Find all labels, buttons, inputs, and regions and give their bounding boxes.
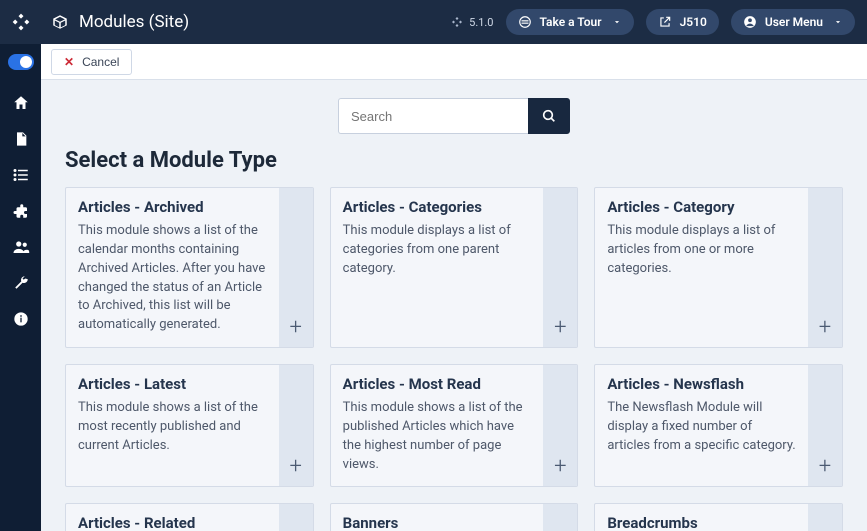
- module-description: This module shows a list of the publishe…: [343, 399, 532, 474]
- main-area: ✕ Cancel Select a Module Type Articles -…: [41, 44, 867, 531]
- module-card[interactable]: Articles - RelatedThis module displays o…: [65, 503, 314, 531]
- sidebar-item-components[interactable]: [12, 202, 30, 220]
- module-add-strip[interactable]: +: [279, 504, 313, 531]
- chevron-down-icon: [833, 17, 843, 27]
- module-card[interactable]: BannersThe Banner Module displays the ac…: [330, 503, 579, 531]
- module-title: Articles - Archived: [78, 198, 267, 216]
- plus-icon: +: [819, 456, 831, 478]
- chevron-down-icon: [612, 17, 622, 27]
- sidebar-item-home[interactable]: [12, 94, 30, 112]
- topbar: Modules (Site) 5.1.0 Take a Tour J510 Us…: [0, 0, 867, 44]
- sidebar-item-menus[interactable]: [12, 166, 30, 184]
- sidebar-item-system[interactable]: [12, 274, 30, 292]
- page-title: Modules (Site): [79, 12, 189, 32]
- user-menu-label: User Menu: [765, 15, 823, 29]
- module-add-strip[interactable]: +: [808, 188, 842, 347]
- cancel-button[interactable]: ✕ Cancel: [51, 49, 132, 75]
- module-title: Articles - Newsflash: [607, 375, 796, 393]
- module-card[interactable]: BreadcrumbsThis module displays the Brea…: [594, 503, 843, 531]
- list-icon: [12, 166, 30, 184]
- module-add-strip[interactable]: +: [543, 504, 577, 531]
- brand-logo[interactable]: [0, 0, 41, 44]
- plus-icon: +: [819, 317, 831, 339]
- module-card[interactable]: Articles - Archived This module shows a l…: [65, 187, 314, 348]
- search-icon: [541, 108, 557, 124]
- module-description: This module displays a list of categorie…: [343, 222, 532, 279]
- module-add-strip[interactable]: +: [808, 365, 842, 486]
- close-icon: ✕: [64, 55, 74, 69]
- module-card[interactable]: Articles - Categories This module display…: [330, 187, 579, 348]
- file-icon: [13, 130, 29, 148]
- sidebar-item-content[interactable]: [12, 130, 30, 148]
- module-title: Breadcrumbs: [607, 514, 796, 531]
- user-icon: [743, 15, 757, 29]
- sidebar-toggle[interactable]: [8, 54, 34, 70]
- module-grid: Articles - Archived This module shows a l…: [65, 187, 843, 531]
- module-description: The Newsflash Module will display a fixe…: [607, 399, 796, 456]
- users-icon: [12, 238, 30, 256]
- joomla-small-icon: [451, 16, 463, 28]
- wrench-icon: [12, 274, 30, 292]
- plus-icon: +: [554, 456, 566, 478]
- cancel-label: Cancel: [82, 55, 119, 69]
- open-site-button[interactable]: J510: [646, 9, 719, 35]
- module-description: This module displays a list of articles …: [607, 222, 796, 279]
- module-title: Articles - Categories: [343, 198, 532, 216]
- site-name-label: J510: [680, 15, 707, 29]
- module-title: Articles - Most Read: [343, 375, 532, 393]
- module-add-strip[interactable]: +: [279, 365, 313, 486]
- take-tour-label: Take a Tour: [540, 15, 602, 29]
- module-card[interactable]: Articles - Most Read This module shows a …: [330, 364, 579, 487]
- home-icon: [12, 94, 30, 112]
- module-card[interactable]: Articles - Latest This module shows a lis…: [65, 364, 314, 487]
- joomla-logo-icon: [11, 12, 31, 32]
- sidebar: [0, 44, 41, 531]
- plus-icon: +: [554, 317, 566, 339]
- plus-icon: +: [289, 456, 301, 478]
- toolbar: ✕ Cancel: [41, 44, 867, 80]
- search-box: [338, 98, 570, 134]
- module-add-strip[interactable]: +: [543, 365, 577, 486]
- info-icon: [13, 311, 29, 327]
- module-box-icon: [51, 13, 69, 31]
- version-text: 5.1.0: [469, 16, 493, 29]
- search-input[interactable]: [338, 98, 528, 134]
- module-add-strip[interactable]: +: [808, 504, 842, 531]
- module-card[interactable]: Articles - Newsflash The Newsflash Module…: [594, 364, 843, 487]
- module-description: This module shows a list of the calendar…: [78, 222, 267, 335]
- map-icon: [518, 15, 532, 29]
- sidebar-item-info[interactable]: [12, 310, 30, 328]
- module-add-strip[interactable]: +: [279, 188, 313, 347]
- user-menu-button[interactable]: User Menu: [731, 9, 855, 35]
- external-link-icon: [658, 15, 672, 29]
- plus-icon: +: [289, 317, 301, 339]
- puzzle-icon: [12, 202, 30, 220]
- module-title: Articles - Category: [607, 198, 796, 216]
- version-label: 5.1.0: [451, 16, 493, 29]
- module-add-strip[interactable]: +: [543, 188, 577, 347]
- sidebar-item-users[interactable]: [12, 238, 30, 256]
- module-title: Articles - Related: [78, 514, 267, 531]
- module-card[interactable]: Articles - Category This module displays …: [594, 187, 843, 348]
- section-title: Select a Module Type: [65, 148, 843, 173]
- take-tour-button[interactable]: Take a Tour: [506, 9, 634, 35]
- module-title: Articles - Latest: [78, 375, 267, 393]
- content: Select a Module Type Articles - Archived…: [41, 80, 867, 531]
- module-title: Banners: [343, 514, 532, 531]
- search-button[interactable]: [528, 98, 570, 134]
- module-description: This module shows a list of the most rec…: [78, 399, 267, 456]
